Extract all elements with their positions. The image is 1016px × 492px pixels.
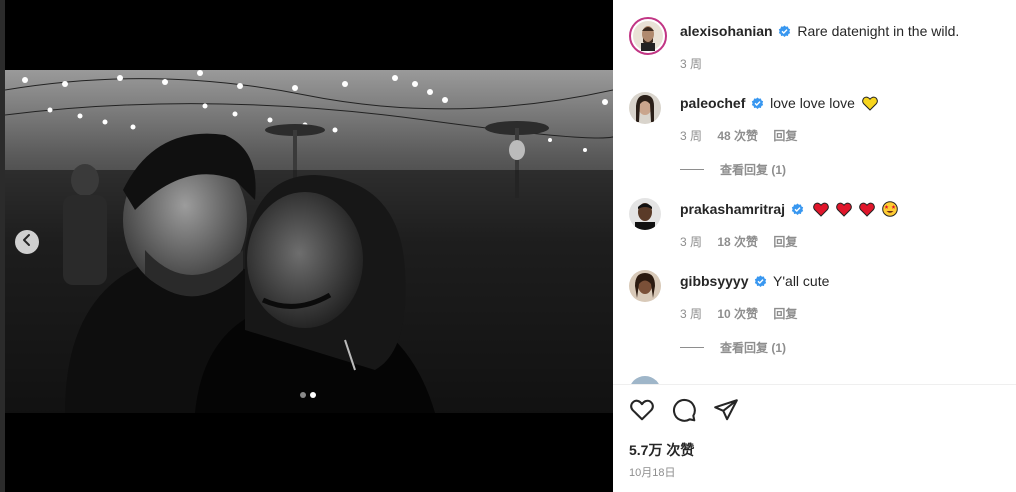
comment-time: 3 周	[680, 307, 703, 321]
share-button[interactable]	[713, 397, 739, 423]
view-replies-button[interactable]: 查看回复 (1)	[680, 161, 786, 178]
comments-panel: alexisohanian Rare datenight in the wild…	[613, 0, 1016, 492]
comment-likes[interactable]: 48 次赞	[717, 129, 758, 143]
view-replies-button[interactable]: 查看回复 (1)	[680, 339, 786, 356]
post-actions	[629, 397, 739, 423]
carousel-dot-active	[310, 392, 316, 398]
yellow-heart-emoji-icon	[861, 96, 878, 115]
carousel-dots	[300, 392, 316, 398]
carousel-prev-button[interactable]	[15, 230, 39, 254]
author-username[interactable]: alexisohanian	[680, 23, 773, 39]
verified-badge-icon	[751, 96, 764, 114]
reply-button[interactable]: 回复	[773, 129, 797, 143]
actions-divider	[613, 384, 1016, 385]
comment-button[interactable]	[671, 397, 697, 423]
red-heart-emoji-icon	[835, 202, 852, 221]
red-heart-emoji-icon	[812, 202, 829, 221]
post-photo[interactable]	[5, 70, 613, 413]
view-replies-label: 查看回复 (1)	[720, 163, 787, 177]
comment-time: 3 周	[680, 129, 703, 143]
reply-button[interactable]: 回复	[773, 307, 797, 321]
like-button[interactable]	[629, 397, 655, 423]
chevron-left-icon	[20, 233, 34, 252]
share-icon	[713, 399, 739, 427]
view-replies-label: 查看回复 (1)	[720, 341, 787, 355]
author-avatar[interactable]	[629, 17, 667, 55]
post-like-count[interactable]: 5.7万 次赞	[629, 440, 694, 460]
post-date[interactable]: 10月18日	[629, 464, 675, 480]
commenter-avatar[interactable]	[629, 198, 661, 230]
verified-badge-icon	[754, 274, 767, 292]
commenter-avatar[interactable]	[629, 92, 661, 124]
commenter-username[interactable]: gibbsyyyy	[680, 273, 748, 289]
verified-badge-icon	[791, 202, 804, 220]
caption-text: Rare datenight in the wild.	[797, 23, 960, 39]
commenter-avatar[interactable]	[629, 270, 661, 302]
carousel-dot	[300, 392, 306, 398]
reply-button[interactable]: 回复	[773, 235, 797, 249]
replies-divider	[680, 169, 704, 170]
heart-icon	[629, 399, 655, 427]
post-media	[0, 0, 613, 492]
comment-likes[interactable]: 18 次赞	[717, 235, 758, 249]
verified-badge-icon	[778, 24, 791, 42]
comment-text: love love love	[770, 95, 855, 111]
commenter-username[interactable]: prakashamritraj	[680, 201, 785, 217]
commenter-avatar[interactable]	[629, 376, 661, 384]
caption-time: 3 周	[680, 57, 703, 71]
star-eyes-emoji-icon	[881, 201, 898, 221]
comment-time: 3 周	[680, 235, 703, 249]
replies-divider	[680, 347, 704, 348]
comments-list: alexisohanian Rare datenight in the wild…	[613, 0, 1016, 384]
red-heart-emoji-icon	[858, 202, 875, 221]
comment-text: Y'all cute	[773, 273, 830, 289]
comment-icon	[671, 399, 697, 427]
commenter-username[interactable]: paleochef	[680, 95, 745, 111]
comment-likes[interactable]: 10 次赞	[717, 307, 758, 321]
